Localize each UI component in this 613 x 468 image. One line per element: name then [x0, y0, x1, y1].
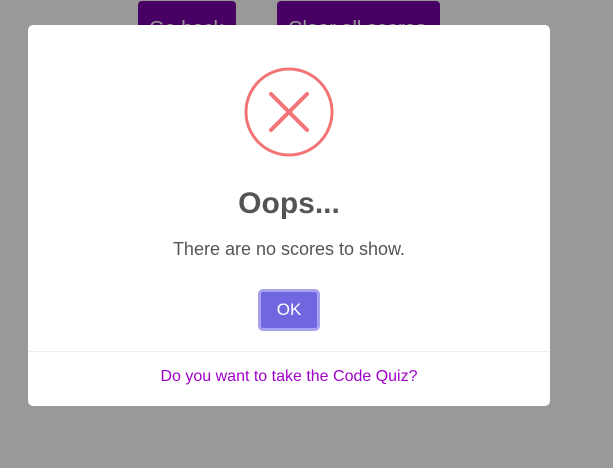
take-quiz-link[interactable]: Do you want to take the Code Quiz? — [28, 367, 550, 387]
alert-dialog: Oops... There are no scores to show. OK … — [28, 25, 550, 406]
error-x-icon — [244, 67, 334, 157]
dialog-footer-divider — [28, 351, 550, 352]
dialog-message: There are no scores to show. — [172, 239, 406, 259]
ok-button[interactable]: OK — [258, 289, 320, 331]
dialog-title: Oops... — [238, 187, 340, 220]
